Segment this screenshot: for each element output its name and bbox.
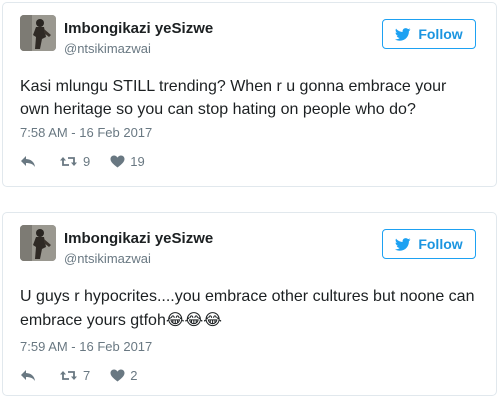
reply-icon xyxy=(20,369,36,382)
twitter-bird-icon xyxy=(395,27,411,41)
timestamp[interactable]: 7:59 AM - 16 Feb 2017 xyxy=(20,339,152,354)
display-name[interactable]: Imbongikazi yeSizwe xyxy=(64,230,213,247)
avatar[interactable] xyxy=(20,225,56,261)
tweet-text: U guys r hypocrites....you embrace other… xyxy=(20,285,478,332)
tweet-body: Kasi mlungu STILL trending? When r u gon… xyxy=(20,78,447,118)
tweet-body: U guys r hypocrites....you embrace other… xyxy=(20,288,475,329)
heart-icon xyxy=(110,369,125,382)
user-handle[interactable]: @ntsikimazwai xyxy=(64,41,151,56)
tweet-card: Imbongikazi yeSizwe @ntsikimazwai Follow… xyxy=(2,2,497,187)
like-button[interactable]: 19 xyxy=(110,154,145,169)
tweet-actions: 9 19 xyxy=(20,154,145,169)
like-button[interactable]: 2 xyxy=(110,368,137,383)
follow-label: Follow xyxy=(418,26,463,42)
tweet-text: Kasi mlungu STILL trending? When r u gon… xyxy=(20,75,478,121)
retweet-icon xyxy=(59,155,78,168)
reply-button[interactable] xyxy=(20,155,36,168)
retweet-button[interactable]: 9 xyxy=(59,154,90,169)
tweet-actions: 7 2 xyxy=(20,368,137,383)
user-handle[interactable]: @ntsikimazwai xyxy=(64,251,151,266)
retweet-count: 7 xyxy=(83,368,91,383)
tears-of-joy-emoji: 😂😂😂 xyxy=(165,310,222,329)
tweet-card: Imbongikazi yeSizwe @ntsikimazwai Follow… xyxy=(2,212,497,396)
follow-button[interactable]: Follow xyxy=(382,229,476,259)
twitter-bird-icon xyxy=(395,237,411,251)
retweet-icon xyxy=(59,369,78,382)
follow-button[interactable]: Follow xyxy=(382,19,476,49)
follow-label: Follow xyxy=(418,236,463,252)
like-count: 19 xyxy=(130,154,145,169)
timestamp[interactable]: 7:58 AM - 16 Feb 2017 xyxy=(20,125,152,140)
retweet-count: 9 xyxy=(83,154,91,169)
avatar[interactable] xyxy=(20,15,56,51)
reply-button[interactable] xyxy=(20,369,36,382)
display-name[interactable]: Imbongikazi yeSizwe xyxy=(64,20,213,37)
reply-icon xyxy=(20,155,36,168)
like-count: 2 xyxy=(130,368,138,383)
retweet-button[interactable]: 7 xyxy=(59,368,90,383)
heart-icon xyxy=(110,155,125,168)
